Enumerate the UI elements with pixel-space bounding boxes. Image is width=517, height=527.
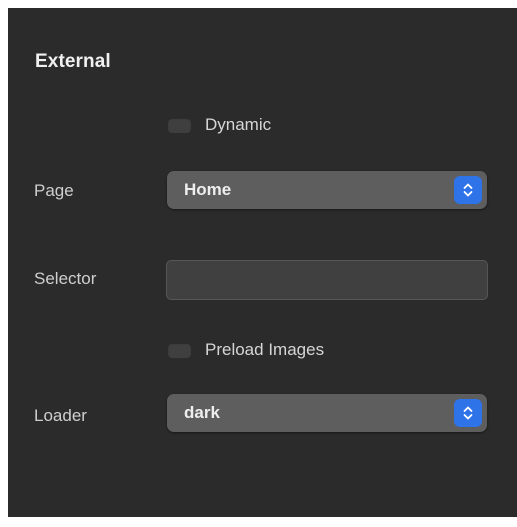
preload-images-checkbox[interactable] [168, 342, 191, 358]
loader-select[interactable]: dark [167, 394, 487, 432]
dynamic-checkbox-label[interactable]: Dynamic [205, 115, 271, 135]
selector-label: Selector [34, 269, 97, 288]
loader-label: Loader [34, 406, 87, 425]
page-select-stepper[interactable] [454, 176, 482, 204]
preload-images-checkbox-label[interactable]: Preload Images [205, 340, 324, 360]
page-label: Page [34, 181, 74, 200]
page-select-value: Home [184, 180, 232, 199]
dynamic-checkbox-row[interactable]: Dynamic [168, 115, 271, 135]
loader-select-stepper[interactable] [454, 399, 482, 427]
section-title: External [35, 51, 111, 72]
chevron-up-down-icon [463, 183, 473, 197]
preload-images-checkbox-row[interactable]: Preload Images [168, 340, 324, 360]
selector-input[interactable] [166, 260, 488, 300]
page-select[interactable]: Home [167, 171, 487, 209]
chevron-up-down-icon [463, 406, 473, 420]
external-settings-panel: External Dynamic Page Home Selector Prel… [8, 8, 517, 517]
dynamic-checkbox[interactable] [168, 117, 191, 133]
loader-select-value: dark [184, 403, 220, 422]
